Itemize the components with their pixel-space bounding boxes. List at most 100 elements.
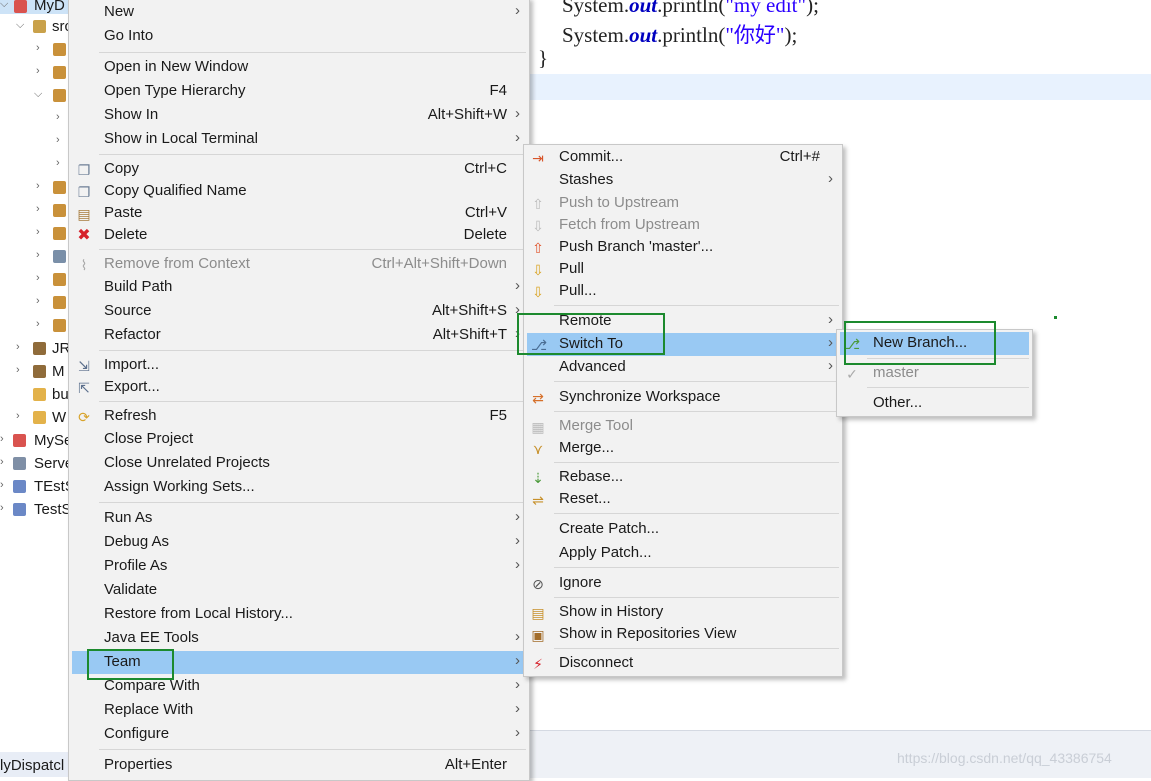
tree-item-package[interactable]: ⌵ (0, 85, 70, 107)
tree-item-maven[interactable]: › M (0, 361, 70, 383)
menu-item-push-branch[interactable]: ⇧ Push Branch 'master'... (524, 236, 842, 259)
tree-item-project[interactable]: › TestS (0, 499, 70, 521)
menu-item-close-project[interactable]: Close Project (69, 428, 529, 451)
menu-item-master[interactable]: ✓ master (837, 362, 1032, 385)
chevron-right-icon[interactable]: › (36, 65, 40, 77)
menu-item-configure[interactable]: Configure › (69, 723, 529, 746)
menu-item-paste[interactable]: ▤ Paste Ctrl+V (69, 202, 529, 225)
tree-item-package[interactable]: › (0, 177, 70, 199)
tree-item-package[interactable]: › (0, 246, 70, 268)
chevron-right-icon[interactable]: › (0, 456, 4, 468)
menu-item-java-ee-tools[interactable]: Java EE Tools › (69, 627, 529, 650)
menu-item-export[interactable]: ⇱ Export... (69, 376, 529, 399)
menu-item-assign-working-sets[interactable]: Assign Working Sets... (69, 476, 529, 499)
chevron-right-icon[interactable]: › (36, 249, 40, 261)
menu-item-copy[interactable]: ❐ Copy Ctrl+C (69, 158, 529, 181)
chevron-down-icon[interactable]: ⌵ (16, 19, 24, 32)
menu-item-create-patch[interactable]: Create Patch... (524, 518, 842, 541)
menu-item-delete[interactable]: ✖ Delete Delete (69, 224, 529, 247)
menu-item-show-local-terminal[interactable]: Show in Local Terminal › (69, 128, 529, 151)
menu-item-apply-patch[interactable]: Apply Patch... (524, 542, 842, 565)
menu-item-merge-tool[interactable]: ▦ Merge Tool (524, 415, 842, 438)
chevron-right-icon[interactable]: › (36, 295, 40, 307)
menu-item-ignore[interactable]: ⊘ Ignore (524, 572, 842, 595)
menu-item-run-as[interactable]: Run As › (69, 507, 529, 530)
menu-item-replace-with[interactable]: Replace With › (69, 699, 529, 722)
tree-item-project[interactable]: › TEstS (0, 476, 70, 498)
menu-item-build-path[interactable]: Build Path › (69, 276, 529, 299)
chevron-right-icon[interactable]: › (36, 42, 40, 54)
chevron-right-icon[interactable]: › (36, 203, 40, 215)
tree-item-src[interactable]: ⌵ src (0, 16, 70, 38)
menu-item-validate[interactable]: Validate (69, 579, 529, 602)
chevron-right-icon[interactable]: › (56, 157, 60, 169)
chevron-right-icon: › (515, 532, 520, 549)
menu-item-import[interactable]: ⇲ Import... (69, 354, 529, 377)
tree-item-jre[interactable]: › JR (0, 338, 70, 360)
tree-item-package[interactable]: › (0, 315, 70, 337)
menu-item-restore-local-history[interactable]: Restore from Local History... (69, 603, 529, 626)
menu-item-disconnect[interactable]: ⚡ Disconnect (524, 652, 842, 675)
tree-item-servers[interactable]: › Serve (0, 453, 70, 475)
menu-item-show-in-repositories[interactable]: ▣ Show in Repositories View (524, 623, 842, 646)
menu-item-copy-qualified-name[interactable]: ❐ Copy Qualified Name (69, 180, 529, 203)
chevron-right-icon[interactable]: › (56, 111, 60, 123)
menu-item-other[interactable]: Other... (837, 392, 1032, 415)
menu-item-open-new-window[interactable]: Open in New Window (69, 56, 529, 79)
chevron-right-icon[interactable]: › (0, 502, 4, 514)
menu-item-synchronize-workspace[interactable]: ⇄ Synchronize Workspace (524, 386, 842, 409)
tree-item-package[interactable]: › (0, 200, 70, 222)
chevron-right-icon[interactable]: › (36, 318, 40, 330)
menu-item-advanced[interactable]: Advanced › (524, 356, 842, 379)
menu-item-profile-as[interactable]: Profile As › (69, 555, 529, 578)
chevron-right-icon[interactable]: › (0, 479, 4, 491)
menu-item-merge[interactable]: ⋎ Merge... (524, 437, 842, 460)
menu-item-show-in[interactable]: Show In Alt+Shift+W › (69, 104, 529, 127)
tree-item-package[interactable]: › (0, 39, 70, 61)
tree-item-build[interactable]: bu (0, 384, 70, 406)
chevron-down-icon[interactable]: ⌵ (0, 0, 8, 11)
chevron-right-icon[interactable]: › (16, 364, 20, 376)
menu-item-new[interactable]: New › (69, 1, 529, 24)
menu-item-fetch-upstream[interactable]: ⇩ Fetch from Upstream (524, 214, 842, 237)
package-icon (53, 43, 66, 56)
tree-item-package[interactable]: › (0, 223, 70, 245)
chevron-right-icon[interactable]: › (16, 341, 20, 353)
tree-item-webcontent[interactable]: › W (0, 407, 70, 429)
menu-item-debug-as[interactable]: Debug As › (69, 531, 529, 554)
tree-item-file[interactable]: › (0, 108, 70, 130)
menu-item-close-unrelated-projects[interactable]: Close Unrelated Projects (69, 452, 529, 475)
tree-item-file[interactable]: › (0, 154, 70, 176)
tree-item-package[interactable]: › (0, 292, 70, 314)
chevron-right-icon[interactable]: › (36, 272, 40, 284)
tree-item-project[interactable]: › MySe (0, 430, 70, 452)
menu-item-remove-from-context[interactable]: ⌇ Remove from Context Ctrl+Alt+Shift+Down (69, 253, 529, 276)
chevron-right-icon[interactable]: › (36, 226, 40, 238)
chevron-right-icon[interactable]: › (36, 180, 40, 192)
editor-tab[interactable]: lyDispatcl (0, 752, 70, 777)
tree-item-package[interactable]: › (0, 62, 70, 84)
chevron-right-icon[interactable]: › (16, 410, 20, 422)
menu-item-refresh[interactable]: ⟳ Refresh F5 (69, 405, 529, 428)
code-line: System.out.println("my edit"); (562, 0, 819, 17)
menu-item-properties[interactable]: Properties Alt+Enter (69, 754, 529, 777)
tree-item-file[interactable]: › (0, 131, 70, 153)
menu-item-stashes[interactable]: Stashes › (524, 169, 842, 192)
chevron-down-icon[interactable]: ⌵ (34, 88, 42, 101)
menu-item-rebase[interactable]: ⇣ Rebase... (524, 466, 842, 489)
menu-item-pull-dialog[interactable]: ⇩ Pull... (524, 280, 842, 303)
menu-item-open-type-hierarchy[interactable]: Open Type Hierarchy F4 (69, 80, 529, 103)
menu-item-reset[interactable]: ⇌ Reset... (524, 488, 842, 511)
chevron-right-icon[interactable]: › (56, 134, 60, 146)
menu-item-go-into[interactable]: Go Into (69, 25, 529, 48)
menu-item-refactor[interactable]: Refactor Alt+Shift+T › (69, 324, 529, 347)
menu-item-source[interactable]: Source Alt+Shift+S › (69, 300, 529, 323)
menu-item-pull[interactable]: ⇩ Pull (524, 258, 842, 281)
menu-item-push-upstream[interactable]: ⇧ Push to Upstream (524, 192, 842, 215)
tree-item-project[interactable]: ⌵ MyD (0, 0, 70, 17)
tree-item-package[interactable]: › (0, 269, 70, 291)
menu-item-commit[interactable]: ⇥ Commit... Ctrl+# (524, 146, 842, 169)
menu-item-show-in-history[interactable]: ▤ Show in History (524, 601, 842, 624)
chevron-right-icon[interactable]: › (0, 433, 4, 445)
copy-qualified-icon: ❐ (77, 184, 91, 200)
